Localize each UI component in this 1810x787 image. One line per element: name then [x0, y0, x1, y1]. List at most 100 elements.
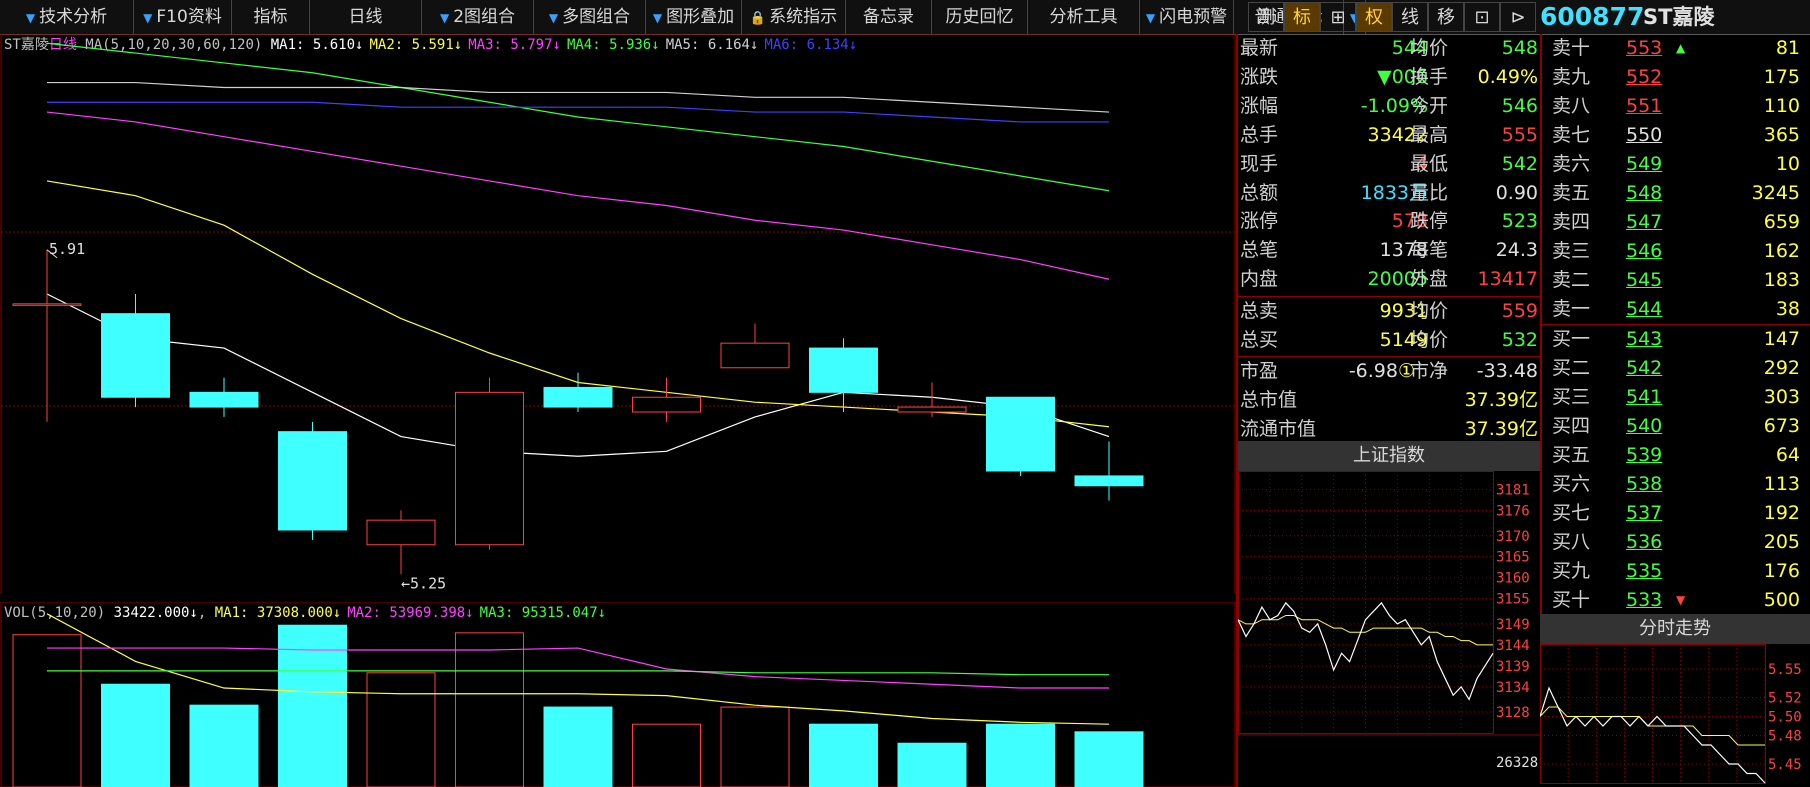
order-price[interactable]: 537: [1626, 499, 1662, 528]
volume-bar[interactable]: [543, 706, 613, 787]
toolbar-tool-7[interactable]: ⊳: [1500, 2, 1536, 32]
volume-bar[interactable]: [455, 632, 524, 787]
quote-value: 0.49%: [1477, 65, 1538, 88]
candle[interactable]: [1074, 441, 1144, 501]
order-price[interactable]: 545: [1626, 266, 1662, 295]
quote-label: 均价: [1410, 300, 1449, 322]
order-price[interactable]: 546: [1626, 237, 1662, 266]
order-volume: 303: [1763, 386, 1800, 408]
toolbar-btn-1[interactable]: ▼ F10资料: [134, 0, 232, 34]
toolbar-btn-7[interactable]: 🔒 系统指示: [742, 0, 846, 34]
order-price[interactable]: 544: [1626, 295, 1662, 324]
order-level-label: 买五: [1552, 444, 1591, 466]
candle[interactable]: [720, 323, 790, 369]
candle[interactable]: [632, 377, 701, 422]
toolbar-btn-5[interactable]: ▼ 多图组合: [534, 0, 646, 34]
ma-line-ma4: [46, 42, 1110, 192]
order-price[interactable]: 553: [1626, 34, 1662, 63]
candle[interactable]: [101, 294, 170, 408]
order-price[interactable]: 551: [1626, 92, 1662, 121]
candle[interactable]: [189, 377, 259, 417]
order-level-label: 卖八: [1552, 95, 1591, 117]
toolbar-btn-11[interactable]: ▼ 闪电预警: [1140, 0, 1234, 34]
order-level-label: 卖一: [1552, 298, 1591, 320]
volume-chart[interactable]: [0, 602, 1236, 787]
toolbar-btn-label: 2图组合: [453, 7, 516, 27]
volume-bar[interactable]: [632, 723, 701, 787]
toolbar-tool-5[interactable]: 移: [1428, 2, 1464, 32]
toolbar-tool-6[interactable]: ⊡: [1464, 2, 1500, 32]
candle[interactable]: [809, 338, 878, 412]
order-price[interactable]: 550: [1626, 121, 1662, 150]
order-price[interactable]: 548: [1626, 179, 1662, 208]
order-price[interactable]: 547: [1626, 208, 1662, 237]
toolbar-tool-4[interactable]: 线: [1392, 2, 1428, 32]
y-tick-label: 3160: [1496, 571, 1530, 587]
quote-label: 涨停: [1240, 210, 1279, 233]
toolbar-btn-10[interactable]: 分析工具: [1028, 0, 1140, 34]
pb-value: -33.48: [1476, 360, 1538, 382]
order-level-label: 买三: [1552, 386, 1591, 408]
order-price[interactable]: 543: [1626, 325, 1662, 354]
dropdown-arrow-icon: ▼: [548, 11, 559, 25]
candle[interactable]: [986, 396, 1055, 476]
quote-label: 最高: [1410, 123, 1449, 146]
volume-bar[interactable]: [720, 706, 790, 787]
toolbar-tool-2[interactable]: ⊞: [1320, 2, 1356, 32]
quote-value: 578: [1391, 210, 1428, 233]
toolbar-btn-label: 图形叠加: [666, 7, 735, 27]
index-header[interactable]: 上证指数: [1238, 441, 1540, 471]
toolbar-btn-9[interactable]: 历史回忆: [932, 0, 1028, 34]
order-price[interactable]: 541: [1626, 383, 1662, 412]
quote-value: ▼006: [1377, 65, 1428, 88]
order-level-label: 买八: [1552, 531, 1591, 553]
stock-intraday-chart[interactable]: 5.55 5.52 5.50 5.48 5.45: [1540, 644, 1810, 787]
order-price[interactable]: 549: [1626, 150, 1662, 179]
candle[interactable]: [455, 377, 524, 550]
index-intraday-chart[interactable]: 3181 3176 3170 3165 3160 3155 3149 3144 3139 3134…: [1238, 471, 1540, 787]
order-volume: 147: [1763, 328, 1800, 350]
y-tick-label: 5.55: [1768, 662, 1802, 678]
volume-bar[interactable]: [986, 723, 1055, 787]
candle[interactable]: [366, 510, 436, 575]
toolbar-btn-2[interactable]: 指标: [232, 0, 310, 34]
order-price[interactable]: 533: [1626, 586, 1662, 615]
toolbar-tool-0[interactable]: 测: [1248, 2, 1284, 32]
candle-body: [455, 391, 524, 546]
order-price[interactable]: 536: [1626, 528, 1662, 557]
quote-label: 内盘: [1240, 268, 1279, 291]
volume-bar[interactable]: [101, 683, 170, 787]
quote-label: 每笔: [1410, 239, 1449, 262]
order-price[interactable]: 552: [1626, 63, 1662, 92]
volume-bar[interactable]: [366, 672, 436, 787]
candlestick-chart[interactable]: 5.91←5.25: [0, 34, 1236, 594]
toolbar-tool-3[interactable]: 权: [1356, 2, 1392, 32]
intraday-header[interactable]: 分时走势: [1540, 614, 1810, 644]
candle[interactable]: [543, 372, 613, 412]
price-annotation: ←5.25: [401, 574, 446, 592]
order-price[interactable]: 539: [1626, 441, 1662, 470]
order-price[interactable]: 535: [1626, 557, 1662, 586]
quote-value: 9931: [1379, 300, 1428, 322]
toolbar-btn-6[interactable]: ▼ 图形叠加: [646, 0, 742, 34]
toolbar-btn-3[interactable]: 日线: [310, 0, 422, 34]
order-price[interactable]: 542: [1626, 354, 1662, 383]
candle-body: [12, 303, 82, 306]
volume-bar[interactable]: [189, 704, 259, 787]
toolbar-tool-1[interactable]: 标: [1284, 2, 1320, 32]
toolbar-btn-0[interactable]: ▼ 技术分析: [0, 0, 134, 34]
order-price[interactable]: 538: [1626, 470, 1662, 499]
toolbar-btn-4[interactable]: ▼ 2图组合: [422, 0, 534, 34]
volume-bar[interactable]: [1074, 731, 1144, 787]
volume-bar[interactable]: [897, 742, 967, 787]
candle[interactable]: [12, 249, 82, 422]
order-price[interactable]: 540: [1626, 412, 1662, 441]
volume-bar[interactable]: [809, 723, 878, 787]
candle[interactable]: [278, 421, 347, 540]
volume-bar[interactable]: [12, 634, 82, 787]
y-tick-label: 3144: [1496, 638, 1530, 654]
quote-label: 今开: [1410, 94, 1449, 117]
toolbar-btn-8[interactable]: 备忘录: [846, 0, 932, 34]
order-volume: 205: [1763, 531, 1800, 553]
y-tick-label: 5.50: [1768, 710, 1802, 726]
